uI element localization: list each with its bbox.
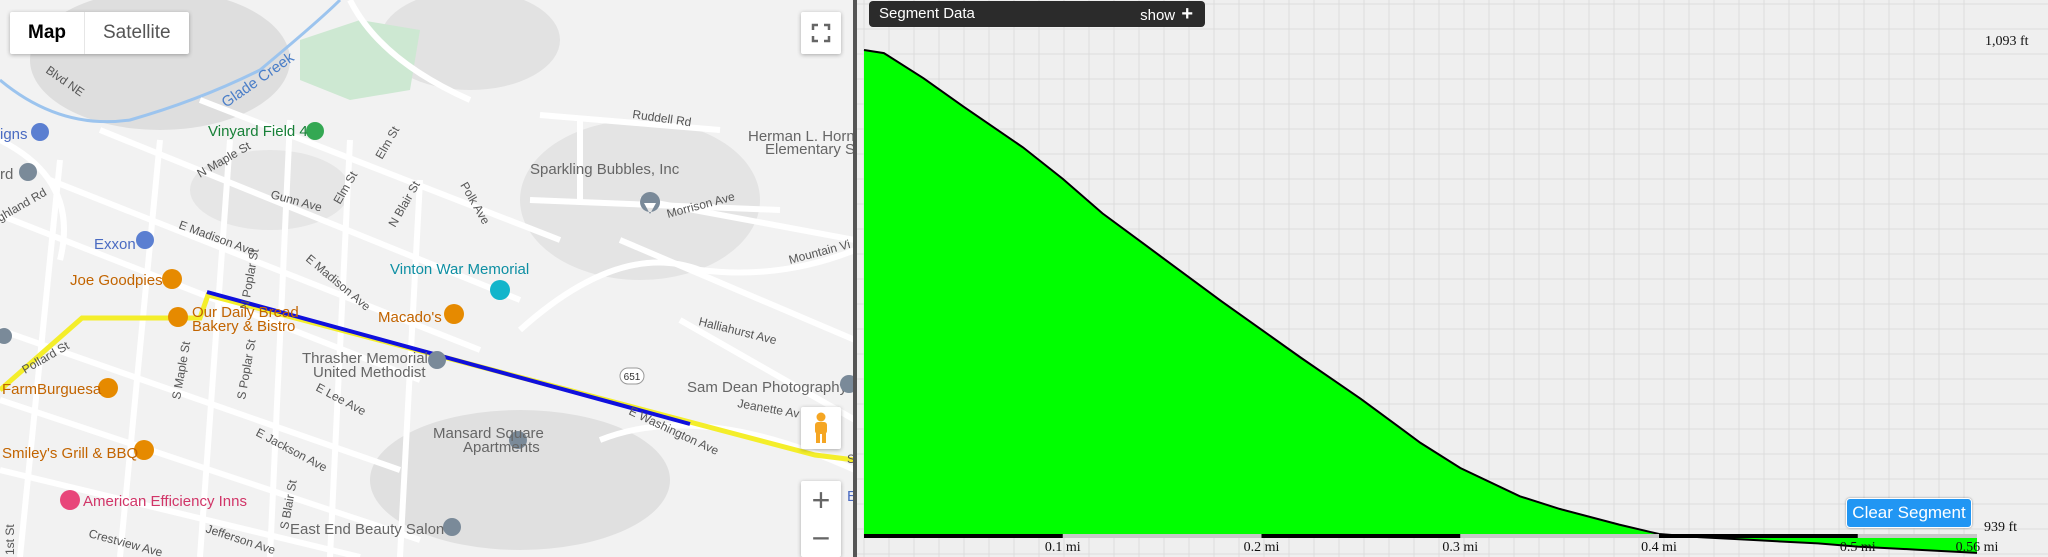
fullscreen-button[interactable] [801,12,841,54]
street-label: Crestview Ave [87,526,164,557]
poi-label[interactable]: Smiley's Grill & BBQ [2,445,138,462]
route-shield-label: 651 [624,372,641,383]
poi-label[interactable]: igns [0,126,28,143]
x-tick-label: 0.2 mi [1243,540,1280,555]
church-icon[interactable] [428,351,446,369]
x-axis-bar [1261,534,1461,538]
gas-station-icon[interactable] [136,231,154,249]
street-label: Jeanette Av [736,396,800,421]
clear-segment-button[interactable]: Clear Segment [1846,498,1972,528]
restaurant-icon[interactable] [168,307,188,327]
poi-label[interactable]: Macado's [378,309,442,326]
x-axis-bars [864,534,1858,538]
restaurant-icon[interactable] [162,269,182,289]
x-axis-bar [864,534,1063,538]
map-type-satellite-button[interactable]: Satellite [85,12,189,54]
segment-data-header: Segment Data show + [869,1,1205,27]
memorial-icon[interactable] [490,280,510,300]
x-tick-label: 0.4 mi [1641,540,1677,555]
x-tick-label: 0.3 mi [1442,540,1479,555]
x-tick-label: 0.5 mi [1839,540,1876,555]
poi-label[interactable]: Bakery & Bistro [192,318,295,335]
park-marker-icon[interactable] [306,122,324,140]
show-label: show [1140,7,1176,24]
map-canvas[interactable]: Blvd NE N Maple St Elm St Elm St Gunn Av… [0,0,855,557]
x-tick-label: 0.1 mi [1044,540,1081,555]
restaurant-icon[interactable] [444,304,464,324]
street-view-pegman-icon [815,412,827,443]
street-label: 1st St [3,524,17,555]
poi-label[interactable]: Sparkling Bubbles, Inc [530,161,680,178]
poi-label[interactable]: United Methodist [313,364,426,381]
map-type-map-button[interactable]: Map [10,12,85,54]
zoom-in-button[interactable]: + [801,481,841,519]
street-label: Halliahurst Ave [697,314,778,347]
elevation-area [864,50,1977,553]
zoom-out-button[interactable]: − [801,519,841,557]
map-panel[interactable]: Blvd NE N Maple St Elm St Elm St Gunn Av… [0,0,855,557]
poi-label[interactable]: Vinton War Memorial [390,261,529,278]
poi-label[interactable]: Apartments [463,439,540,456]
elevation-chart [857,0,2048,557]
x-tick-label: 0.56 mi [1955,540,1999,555]
poi-label[interactable]: Exxon [94,236,136,253]
map-type-control: Map Satellite [10,12,189,54]
poi-label[interactable]: FarmBurguesa [2,381,102,398]
y-max-label: 1,093 ft [1985,34,2029,49]
poi-label[interactable]: American Efficiency Inns [83,493,247,510]
street-view-pegman-button[interactable] [801,407,841,449]
place-marker-icon[interactable] [19,163,37,181]
street-label: S Poplar St [234,338,258,401]
poi-label[interactable]: Elementary School [765,141,855,158]
street-label: ghland Rd [0,185,49,224]
y-min-label: 939 ft [1984,520,2018,535]
hotel-icon[interactable] [60,490,80,510]
poi-label[interactable]: Joe Goodpies [70,272,163,289]
poi-label[interactable]: Sam Dean Photography [687,379,848,396]
street-label: S Maple St [169,340,193,401]
poi-label[interactable]: East End Beauty Salon [290,521,444,538]
plus-icon: + [1181,3,1193,25]
x-axis-bar [1659,534,1858,538]
segment-data-title: Segment Data [879,5,975,22]
fullscreen-icon [811,23,831,43]
poi-label[interactable]: rd [0,166,13,183]
place-marker-icon[interactable] [443,518,461,536]
elevation-profile-panel: Segment Data show + Clear Segment 1,093 … [857,0,2048,557]
street-label: Elm St [372,123,402,161]
poi-label[interactable]: Vinyard Field 4 [208,123,308,140]
zoom-control: + − [801,481,841,557]
shopping-icon[interactable] [31,123,49,141]
segment-data-toggle[interactable]: show + [1140,1,1193,29]
